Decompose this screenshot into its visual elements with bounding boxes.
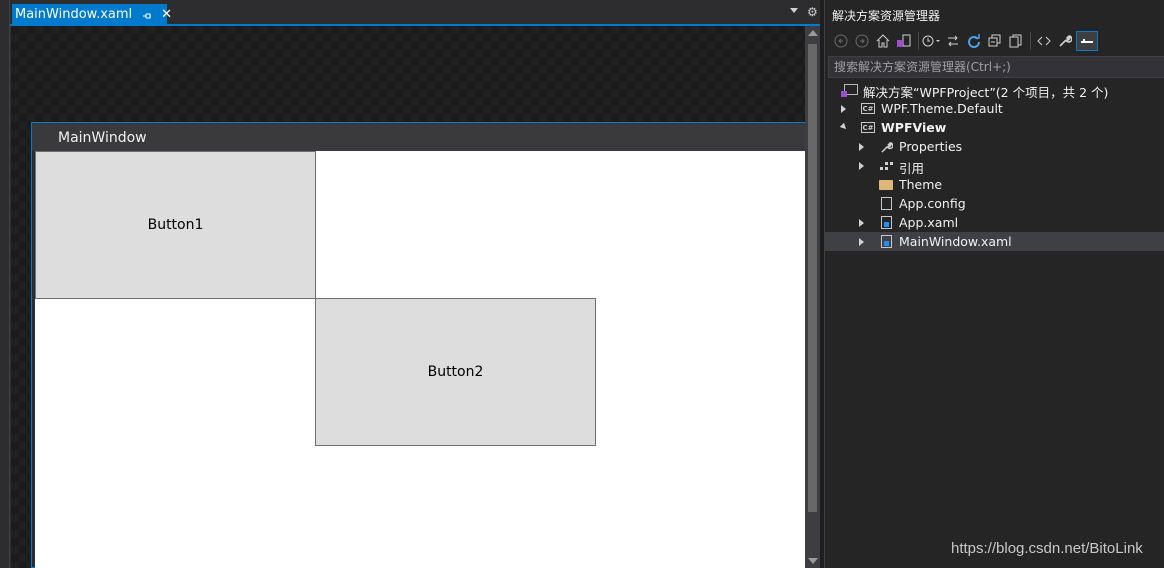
vertical-scrollbar[interactable] xyxy=(805,26,820,568)
pending-changes-filter-icon[interactable] xyxy=(922,31,942,51)
tree-item-solution[interactable]: 解决方案“WPFProject”(2 个项目，共 2 个) xyxy=(825,80,1164,100)
home-icon[interactable] xyxy=(873,31,893,51)
tree-item-wpfview[interactable]: C# WPFView xyxy=(825,118,1164,137)
tree-item-label: Properties xyxy=(899,139,963,154)
expand-arrow-icon[interactable] xyxy=(859,219,864,227)
csharp-project-icon: C# xyxy=(861,122,875,133)
tab-label: MainWindow.xaml xyxy=(15,7,133,22)
button2[interactable]: Button2 xyxy=(315,298,596,446)
solution-tree: 解决方案“WPFProject”(2 个项目，共 2 个) C# WPF.The… xyxy=(825,80,1164,251)
sync-with-active-document-icon[interactable] xyxy=(943,31,963,51)
refresh-icon[interactable] xyxy=(964,31,984,51)
explorer-search-input[interactable]: 搜索解决方案资源管理器(Ctrl+;) xyxy=(828,56,1164,78)
wrench-icon xyxy=(879,140,894,154)
switch-views-icon[interactable] xyxy=(894,31,914,51)
expand-arrow-icon[interactable] xyxy=(859,143,864,151)
close-icon[interactable]: ✕ xyxy=(161,8,172,21)
back-icon[interactable] xyxy=(831,31,851,51)
tree-item-wpf-theme-default[interactable]: C# WPF.Theme.Default xyxy=(825,99,1164,118)
scroll-down-icon[interactable] xyxy=(808,558,818,564)
scroll-up-icon[interactable] xyxy=(808,30,818,36)
toolbar-separator xyxy=(918,32,919,50)
csharp-project-icon: C# xyxy=(861,103,875,114)
editor-area: MainWindow.xaml ✕ ⚙ MainWindow Button1 B… xyxy=(10,0,820,568)
solution-explorer-toolbar xyxy=(831,28,1164,54)
window-client-area[interactable]: Button1 Button2 xyxy=(35,151,805,568)
references-icon xyxy=(879,159,894,173)
scroll-thumb[interactable] xyxy=(808,44,817,512)
xaml-file-icon xyxy=(881,216,892,229)
wrench-icon[interactable] xyxy=(1055,31,1075,51)
expand-arrow-icon[interactable] xyxy=(841,105,846,113)
tree-item-theme-folder[interactable]: Theme xyxy=(825,175,1164,194)
design-surface[interactable]: MainWindow Button1 Button2 xyxy=(11,26,806,568)
preview-selected-items-icon[interactable] xyxy=(1076,31,1098,51)
expand-arrow-icon[interactable] xyxy=(859,238,864,246)
tab-mainwindow-xaml[interactable]: MainWindow.xaml ✕ xyxy=(12,4,172,25)
xaml-file-icon xyxy=(881,235,892,248)
show-all-files-icon[interactable] xyxy=(1006,31,1026,51)
expand-arrow-icon[interactable] xyxy=(859,162,864,170)
config-file-icon xyxy=(881,197,892,210)
tree-item-label: WPFView xyxy=(881,120,947,135)
tree-item-app-xaml[interactable]: App.xaml xyxy=(825,213,1164,232)
toolbar-separator xyxy=(1030,32,1031,50)
solution-icon xyxy=(841,84,858,97)
window-titlebar: MainWindow xyxy=(32,123,805,151)
gear-icon[interactable]: ⚙ xyxy=(807,5,818,19)
tree-item-label: MainWindow.xaml xyxy=(899,234,1012,249)
window-title: MainWindow xyxy=(58,130,147,146)
tree-item-label: WPF.Theme.Default xyxy=(881,101,1003,116)
collapse-all-icon[interactable] xyxy=(985,31,1005,51)
solution-explorer-title: 解决方案资源管理器 xyxy=(832,9,941,23)
pin-icon[interactable] xyxy=(142,10,152,20)
tree-item-label: App.config xyxy=(899,196,966,211)
solution-explorer: 解决方案资源管理器 搜索解决方案资源管理器(Ctrl+;) 解决方案“WPFPr… xyxy=(824,0,1164,568)
tree-item-mainwindow-xaml[interactable]: MainWindow.xaml xyxy=(825,232,1164,251)
document-tab-bar: MainWindow.xaml ✕ ⚙ xyxy=(10,0,820,26)
view-code-icon[interactable] xyxy=(1034,31,1054,51)
tree-item-label: Theme xyxy=(899,177,943,192)
wpf-window-preview[interactable]: MainWindow Button1 Button2 xyxy=(31,122,806,568)
watermark-text: https://blog.csdn.net/BitoLink xyxy=(951,540,1143,557)
forward-icon[interactable] xyxy=(852,31,872,51)
collapse-arrow-icon[interactable] xyxy=(839,122,849,132)
left-edge-panel xyxy=(0,0,10,568)
tree-item-references[interactable]: 引用 xyxy=(825,156,1164,176)
button1[interactable]: Button1 xyxy=(35,151,316,299)
tree-item-app-config[interactable]: App.config xyxy=(825,194,1164,213)
chevron-down-icon[interactable] xyxy=(790,8,798,13)
tree-item-properties[interactable]: Properties xyxy=(825,137,1164,156)
tree-item-label: App.xaml xyxy=(899,215,959,230)
folder-icon xyxy=(879,180,893,190)
